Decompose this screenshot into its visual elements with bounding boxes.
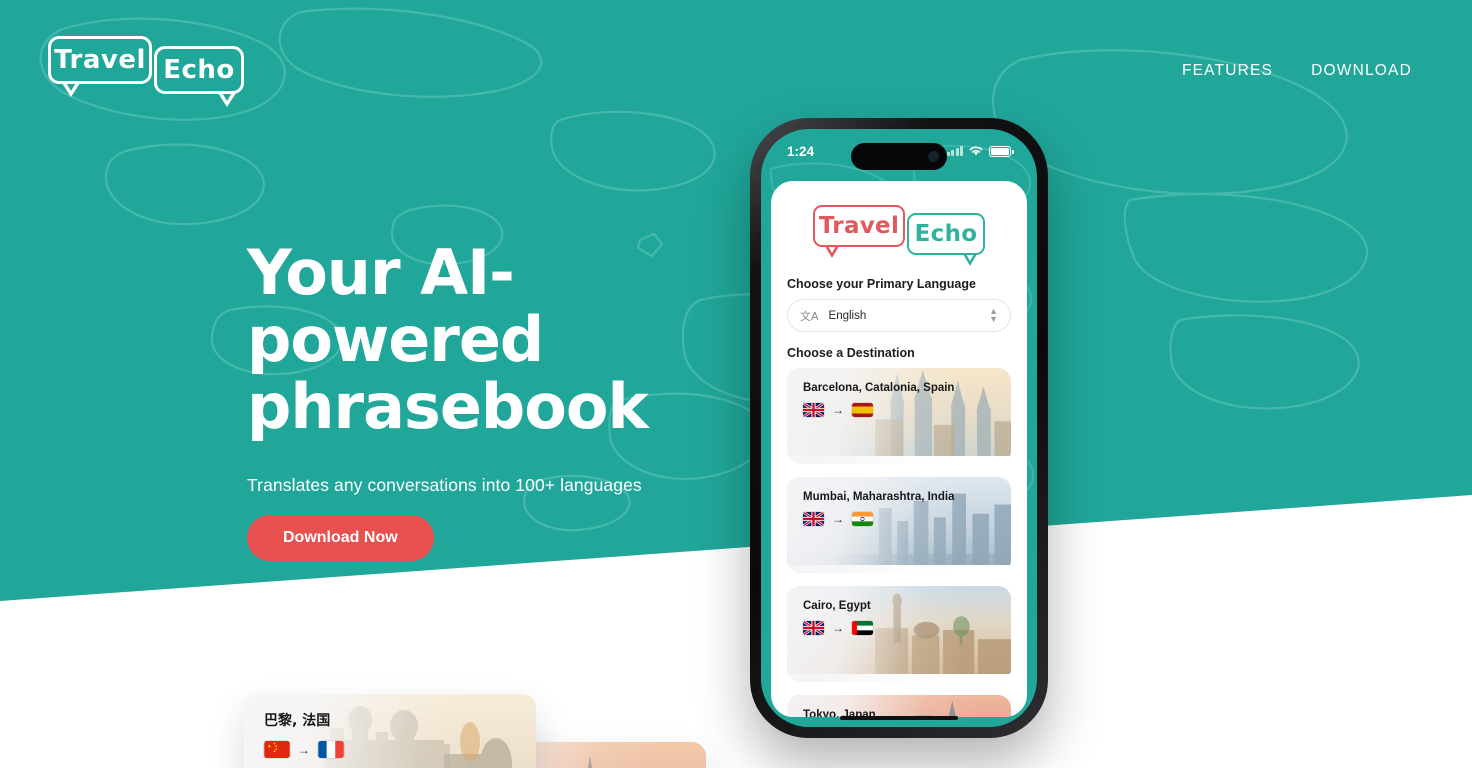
card-body: Cairo, Egypt → bbox=[787, 586, 1011, 635]
app-content-card: Travel Echo Choose your Primary Language… bbox=[771, 181, 1027, 717]
destination-name: 巴黎, 法国 bbox=[264, 713, 331, 729]
logo-bubble-travel: Travel bbox=[48, 36, 152, 84]
status-indicators bbox=[946, 145, 1014, 157]
destination-card-tokyo[interactable]: Tokyo, Japan bbox=[787, 695, 1011, 717]
destination-name: Mumbai, Maharashtra, India bbox=[803, 491, 955, 503]
france-flag-icon bbox=[318, 741, 344, 758]
phone-mockup: 1:24 Travel Echo Choose your Primary Lan… bbox=[750, 118, 1048, 738]
logo[interactable]: Travel Echo bbox=[48, 36, 248, 107]
card-body: 巴黎, 法国 → bbox=[244, 694, 536, 758]
hero-subtitle: Translates any conversations into 100+ l… bbox=[247, 474, 642, 495]
hero-title-line-2: phrasebook bbox=[247, 369, 649, 443]
uk-flag-icon bbox=[803, 403, 824, 417]
app-logo-bubble-echo: Echo bbox=[907, 213, 985, 255]
destination-card-barcelona[interactable]: Barcelona, Catalonia, Spain → bbox=[787, 368, 1011, 464]
phone-screen: 1:24 Travel Echo Choose your Primary Lan… bbox=[761, 129, 1037, 727]
india-flag-icon bbox=[852, 512, 873, 526]
uk-flag-icon bbox=[803, 512, 824, 526]
destination-card-cairo[interactable]: Cairo, Egypt → bbox=[787, 586, 1011, 682]
landing-page: Travel Echo FEATURES DOWNLOAD Your AI-po… bbox=[0, 0, 1472, 768]
app-logo-text-echo: Echo bbox=[914, 221, 978, 247]
logo-bubble-echo: Echo bbox=[154, 46, 244, 94]
app-logo-bubble-travel: Travel bbox=[813, 205, 905, 247]
dynamic-island bbox=[851, 143, 947, 170]
logo-text-echo: Echo bbox=[163, 55, 235, 85]
card-body: Barcelona, Catalonia, Spain → bbox=[787, 368, 1011, 417]
spain-flag-icon bbox=[852, 403, 873, 417]
logo-text-travel: Travel bbox=[54, 45, 146, 75]
main-nav: FEATURES DOWNLOAD bbox=[1182, 62, 1412, 80]
card-body: Tokyo, Japan bbox=[787, 695, 1011, 717]
primary-language-value: English bbox=[828, 309, 867, 322]
language-pair: → bbox=[264, 741, 536, 758]
status-time: 1:24 bbox=[787, 143, 815, 159]
primary-language-select[interactable]: 文A English ▲ ▼ bbox=[787, 299, 1011, 332]
arrow-right-icon: → bbox=[832, 512, 844, 526]
hero-title-line-1: Your AI-powered bbox=[247, 236, 544, 376]
card-body: Mumbai, Maharashtra, India → bbox=[787, 477, 1011, 526]
primary-language-label: Choose your Primary Language bbox=[787, 277, 976, 291]
arrow-right-icon: → bbox=[832, 403, 844, 417]
site-header: Travel Echo FEATURES DOWNLOAD bbox=[0, 0, 1472, 140]
destination-name: Cairo, Egypt bbox=[803, 600, 871, 612]
app-logo-text-travel: Travel bbox=[818, 213, 900, 239]
arrow-right-icon: → bbox=[832, 621, 844, 635]
home-indicator[interactable] bbox=[840, 715, 958, 720]
destination-name: Barcelona, Catalonia, Spain bbox=[803, 382, 955, 394]
uk-flag-icon bbox=[803, 621, 824, 635]
signal-bars-icon bbox=[946, 146, 963, 156]
china-flag-icon bbox=[264, 741, 290, 758]
language-pair: → bbox=[803, 621, 1011, 635]
floating-destination-card-1[interactable]: 巴黎, 法国 → bbox=[244, 694, 536, 768]
wifi-icon bbox=[969, 146, 983, 156]
hero-content: Your AI-powered phrasebook Translates an… bbox=[247, 239, 717, 561]
arrow-right-icon: → bbox=[298, 742, 310, 757]
battery-icon bbox=[989, 145, 1014, 157]
chevron-updown-icon[interactable]: ▲ ▼ bbox=[989, 306, 998, 323]
download-now-button[interactable]: Download Now bbox=[247, 514, 434, 561]
app-logo: Travel Echo bbox=[813, 205, 985, 266]
page-title: Your AI-powered phrasebook bbox=[247, 239, 717, 443]
destination-label: Choose a Destination bbox=[787, 346, 915, 360]
destination-card-mumbai[interactable]: Mumbai, Maharashtra, India → bbox=[787, 477, 1011, 573]
language-pair: → bbox=[803, 512, 1011, 526]
language-pair: → bbox=[803, 403, 1011, 417]
translate-icon: 文A bbox=[800, 309, 819, 323]
nav-item-features[interactable]: FEATURES bbox=[1182, 62, 1273, 80]
nav-item-download[interactable]: DOWNLOAD bbox=[1311, 62, 1412, 80]
front-camera-icon bbox=[928, 151, 939, 162]
uae-flag-icon bbox=[852, 621, 873, 635]
